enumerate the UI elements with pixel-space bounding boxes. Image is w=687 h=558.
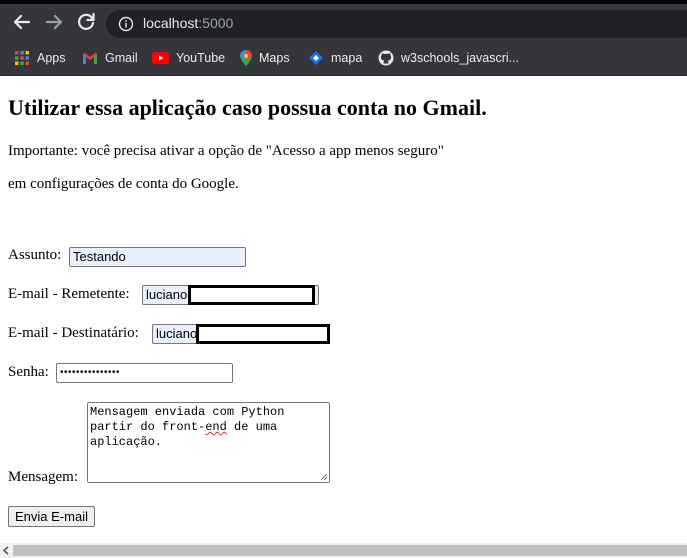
forward-button[interactable] (42, 10, 66, 34)
spellcheck-word: end (205, 420, 227, 434)
password-input[interactable]: ••••••••••••••• (56, 363, 233, 383)
message-line: aplicação. (90, 435, 163, 449)
subject-input[interactable]: Testando (69, 247, 246, 267)
page-heading: Utilizar essa aplicação caso possua cont… (8, 95, 487, 120)
address-url: localhost:5000 (143, 15, 233, 31)
apps-grid-icon (15, 51, 29, 65)
message-line: Mensagem enviada com Python (90, 405, 285, 419)
sender-label: E-mail - Remetente: (8, 286, 130, 302)
bookmark-label: Maps (259, 51, 290, 65)
send-email-button[interactable]: Envia E-mail (8, 506, 95, 527)
bookmark-label: Gmail (105, 51, 138, 65)
password-label: Senha: (8, 364, 49, 380)
redaction-box (188, 285, 315, 305)
browser-toolbar: localhost:5000 (0, 4, 687, 40)
resize-grip-icon[interactable] (320, 473, 328, 481)
address-bar[interactable]: localhost:5000 (106, 10, 687, 38)
site-info-icon[interactable] (118, 16, 134, 37)
arrow-left-icon (13, 14, 31, 30)
important-note: Importante: você precisa ativar a opção … (8, 143, 444, 159)
bookmark-label: YouTube (176, 51, 226, 65)
bookmarks-bar: Apps Gmail YouTube Maps mapa w3schools_j… (0, 40, 687, 76)
arrow-right-icon (45, 14, 63, 30)
bookmark-label: Apps (37, 51, 66, 65)
back-button[interactable] (10, 10, 34, 34)
bookmark-youtube[interactable]: YouTube (152, 49, 225, 67)
horizontal-scrollbar[interactable] (0, 543, 687, 558)
gmail-icon (83, 52, 97, 64)
url-host: localhost (143, 15, 199, 31)
message-label: Mensagem: (8, 469, 78, 485)
google-settings-note: em configurações de conta do Google. (8, 176, 239, 192)
message-textarea[interactable]: Mensagem enviada com Python partir do fr… (87, 402, 330, 483)
url-port: :5000 (198, 15, 234, 31)
bookmark-apps[interactable]: Apps (14, 49, 66, 67)
reload-button[interactable] (74, 10, 98, 34)
bookmark-mapa[interactable]: mapa (308, 49, 362, 67)
message-line: partir do front- (90, 420, 206, 434)
youtube-icon (152, 52, 169, 64)
mapa-icon (309, 51, 323, 65)
message-line: de uma (226, 420, 278, 434)
bookmark-label: mapa (331, 51, 363, 65)
bookmark-w3schools[interactable]: w3schools_javascri... (378, 49, 519, 67)
scroll-left-icon[interactable] (2, 546, 10, 555)
recipient-label: E-mail - Destinatário: (8, 325, 139, 341)
scrollbar-thumb[interactable] (13, 545, 687, 556)
bookmark-label: w3schools_javascri... (401, 51, 520, 65)
maps-icon (240, 50, 252, 66)
github-icon (378, 50, 394, 66)
bookmark-maps[interactable]: Maps (240, 49, 290, 67)
bookmark-gmail[interactable]: Gmail (82, 49, 138, 67)
reload-icon (78, 12, 95, 30)
subject-label: Assunto: (8, 247, 62, 263)
redaction-box (196, 324, 330, 344)
